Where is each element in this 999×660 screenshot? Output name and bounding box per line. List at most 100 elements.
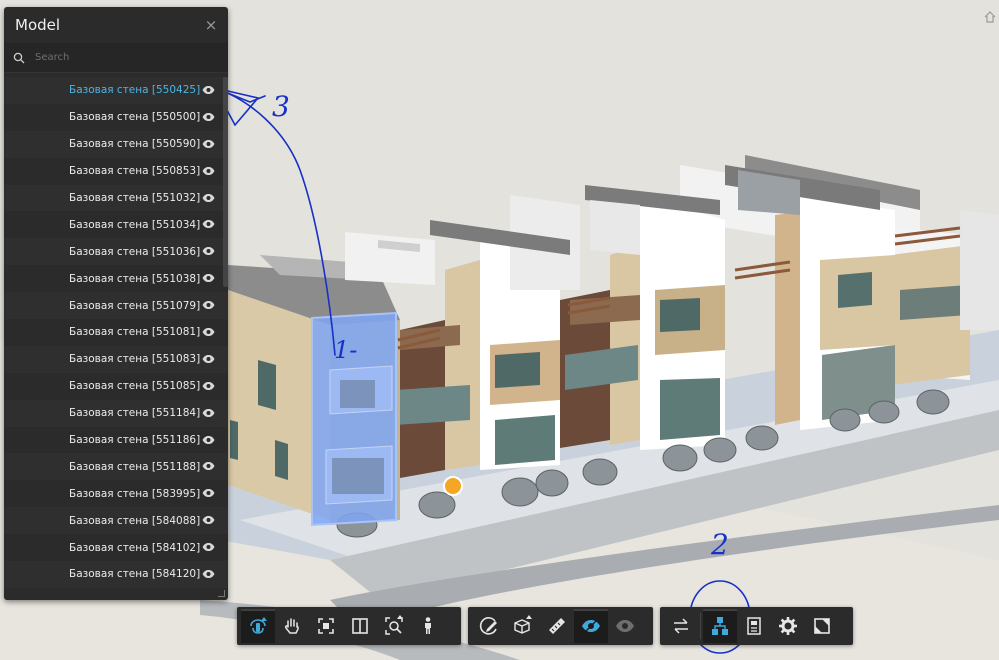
tree-item[interactable]: Базовая стена [584102]	[4, 534, 228, 561]
eye-icon[interactable]	[202, 488, 215, 498]
ghost-button[interactable]	[608, 609, 642, 643]
eye-icon[interactable]	[202, 85, 215, 95]
tree-item-label: Базовая стена [551038]	[69, 272, 201, 285]
scrollbar[interactable]	[223, 77, 228, 287]
tree-item[interactable]: Базовая стена [551186]	[4, 427, 228, 454]
eye-icon[interactable]	[202, 408, 215, 418]
annotation-label-2: 2	[711, 528, 729, 561]
tree-item[interactable]: Базовая стена [584120]	[4, 561, 228, 588]
tree-item-label: Базовая стена [584102]	[69, 541, 201, 554]
tree-item-label: Базовая стена [550590]	[69, 138, 201, 151]
eye-icon[interactable]	[202, 193, 215, 203]
eye-icon[interactable]	[202, 327, 215, 337]
tree-item[interactable]: Базовая стена [551085]	[4, 373, 228, 400]
fit-view-button[interactable]	[309, 609, 343, 643]
pan-button[interactable]	[275, 609, 309, 643]
swap-button[interactable]	[664, 609, 698, 643]
eye-icon[interactable]	[202, 166, 215, 176]
tree-item-label: Базовая стена [551188]	[69, 460, 201, 473]
search-bar	[4, 43, 228, 73]
resize-handle[interactable]	[218, 590, 225, 597]
zoom-window-icon	[385, 615, 403, 635]
measure-icon	[549, 618, 565, 634]
orbit-button[interactable]	[241, 609, 275, 643]
panel-header: Model ×	[4, 7, 228, 43]
section-icon	[352, 618, 368, 634]
tree-item[interactable]: Базовая стена [584088]	[4, 507, 228, 535]
tree-item-label: Базовая стена [551032]	[69, 192, 201, 204]
tree-item[interactable]: Базовая стена [551184]	[4, 399, 228, 427]
tree-item[interactable]: Базовая стена [550425]	[4, 77, 228, 104]
model-browser-panel: Model × Базовая стена [550425]Базовая ст…	[4, 7, 228, 600]
properties-button[interactable]	[737, 609, 771, 643]
ghost-icon	[616, 620, 634, 632]
explode-button[interactable]	[506, 609, 540, 643]
visibility-icon	[582, 618, 600, 634]
tree-item[interactable]: Базовая стена [550500]	[4, 104, 228, 131]
eye-icon[interactable]	[202, 219, 215, 229]
markup-button[interactable]	[472, 609, 506, 643]
eye-icon[interactable]	[202, 435, 215, 445]
toolbar-divider	[700, 613, 701, 639]
annotation-label-1: 1-	[334, 336, 358, 364]
first-person-icon	[425, 617, 431, 634]
tree-item-label: Базовая стена [551079]	[69, 299, 201, 312]
tree-item[interactable]: Базовая стена [551038]	[4, 265, 228, 292]
properties-icon	[747, 617, 761, 635]
pan-icon	[285, 618, 299, 634]
eye-icon[interactable]	[202, 139, 215, 149]
panel-title: Model	[15, 16, 61, 34]
search-input[interactable]	[35, 52, 205, 63]
tree-item[interactable]: Базовая стена [551036]	[4, 238, 228, 266]
eye-icon[interactable]	[202, 461, 215, 471]
tree-item-label: Базовая стена [551085]	[69, 380, 201, 393]
visibility-button[interactable]	[574, 609, 608, 643]
tree-item-label: Базовая стена [550425]	[69, 84, 201, 97]
tree-item-label: Базовая стена [584088]	[69, 514, 201, 527]
zoom-window-button[interactable]	[377, 609, 411, 643]
annotation-label-3: 3	[272, 90, 290, 123]
markup-icon	[479, 617, 497, 635]
orbit-icon	[250, 617, 267, 634]
eye-icon[interactable]	[202, 569, 215, 579]
tree-item[interactable]: Базовая стена [551188]	[4, 453, 228, 481]
tree-item[interactable]: Базовая стена [551079]	[4, 292, 228, 320]
model-tree-list: Базовая стена [550425] Базовая стена [550…	[4, 77, 228, 589]
eye-icon[interactable]	[202, 381, 215, 391]
explode-icon	[514, 615, 532, 634]
tree-item[interactable]: Базовая стена [583995]	[4, 480, 228, 507]
fullscreen-button[interactable]	[805, 609, 839, 643]
model-browser-button[interactable]	[703, 609, 737, 643]
tree-item[interactable]: Базовая стена [550590]	[4, 130, 228, 158]
eye-icon[interactable]	[202, 246, 215, 256]
model-browser-icon	[712, 617, 728, 635]
tree-item-label: Базовая стена [550500]	[69, 111, 201, 124]
tree-item-label: Базовая стена [551081]	[69, 326, 201, 339]
eye-icon[interactable]	[202, 515, 215, 525]
first-person-button[interactable]	[411, 609, 445, 643]
tree-item[interactable]: Базовая стена [551034]	[4, 211, 228, 238]
home-icon[interactable]	[983, 10, 997, 24]
eye-icon[interactable]	[202, 354, 215, 364]
tree-item-label: Базовая стена [583995]	[69, 487, 201, 500]
tree-item-label: Базовая стена [584120]	[69, 568, 201, 581]
measure-button[interactable]	[540, 609, 574, 643]
tree-item[interactable]: Базовая стена [551083]	[4, 345, 228, 373]
toolbar-panels	[660, 607, 853, 645]
eye-icon[interactable]	[202, 300, 215, 310]
fit-view-icon	[318, 618, 334, 634]
eye-icon[interactable]	[202, 112, 215, 122]
tree-item-label: Базовая стена [551184]	[69, 407, 201, 420]
section-button[interactable]	[343, 609, 377, 643]
tree-item-label: Базовая стена [551036]	[69, 245, 201, 258]
tree-item-label: Базовая стена [551034]	[69, 218, 201, 231]
eye-icon[interactable]	[202, 273, 215, 283]
tree-item[interactable]: Базовая стена [551032]	[4, 184, 228, 212]
tree-item[interactable]: Базовая стена [551081]	[4, 319, 228, 346]
toolbar-tools	[468, 607, 653, 645]
settings-icon	[779, 617, 797, 635]
settings-button[interactable]	[771, 609, 805, 643]
close-icon[interactable]: ×	[204, 18, 218, 33]
eye-icon[interactable]	[202, 542, 215, 552]
tree-item[interactable]: Базовая стена [550853]	[4, 158, 228, 185]
